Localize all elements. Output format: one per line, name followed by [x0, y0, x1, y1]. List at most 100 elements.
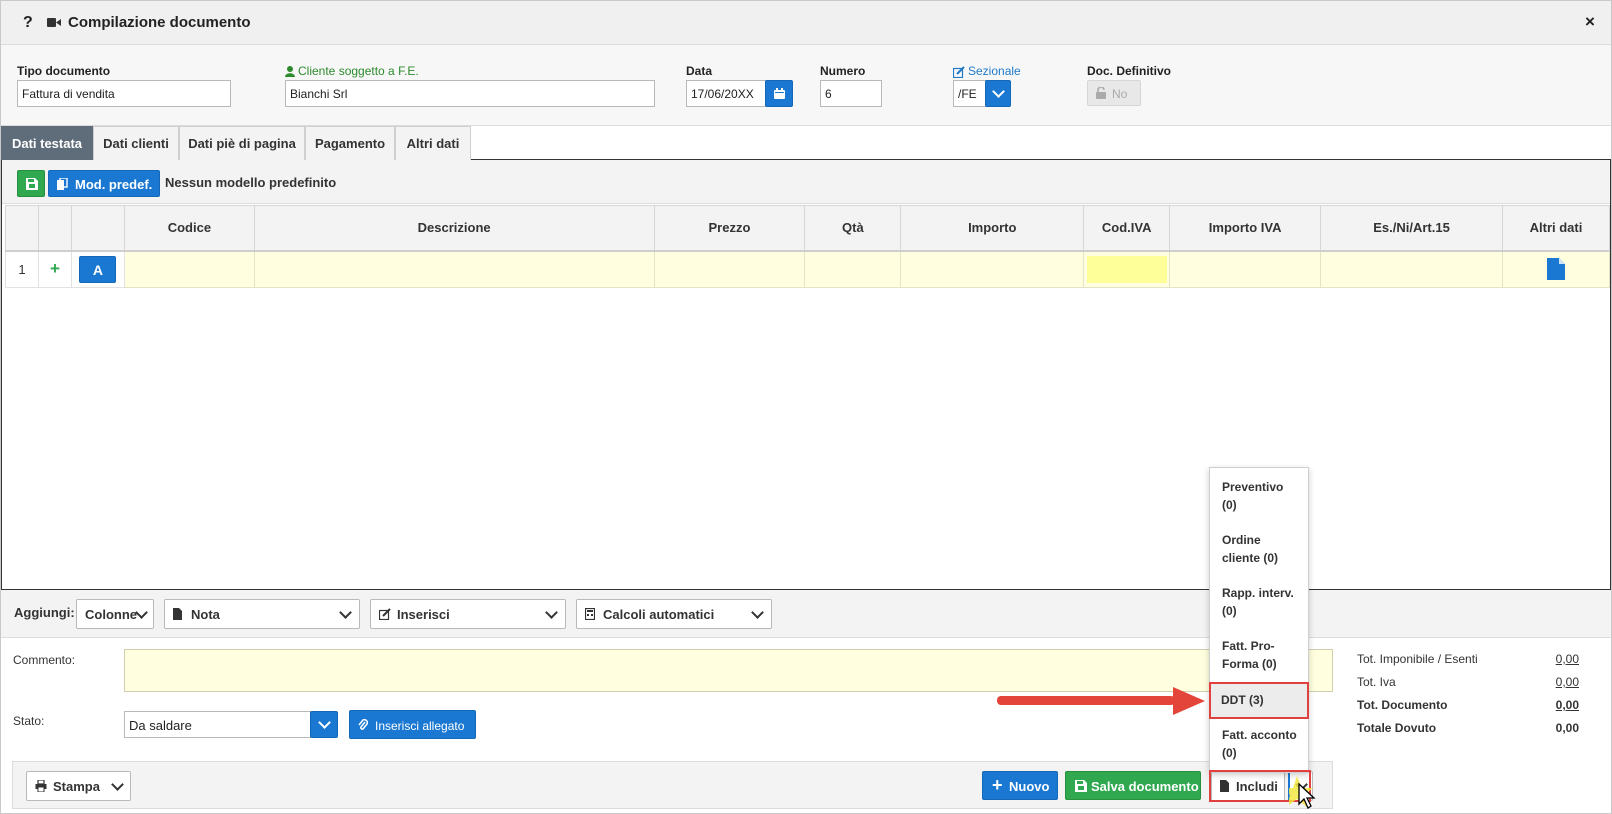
column-header-altri-dati[interactable]: Altri dati [1501, 205, 1611, 252]
chevron-down-icon [992, 85, 1005, 98]
insert-attachment-button[interactable]: Inserisci allegato [349, 710, 476, 739]
row-number: 1 [5, 250, 39, 288]
total-value[interactable]: 0,00 [1519, 698, 1579, 712]
total-label: Totale Dovuto [1357, 721, 1437, 735]
table-row: 1 + A [5, 250, 1611, 288]
printer-icon [35, 780, 47, 792]
cliente-field[interactable]: Bianchi Srl [285, 80, 655, 107]
importo-cell[interactable] [900, 250, 1085, 288]
document-icon [173, 608, 182, 620]
qta-cell[interactable] [804, 250, 902, 288]
tipo-documento-field[interactable]: Fattura di vendita [17, 80, 231, 107]
column-header-descrizione[interactable]: Descrizione [253, 205, 655, 252]
chevron-down-icon [751, 606, 764, 619]
menu-item-fatt-acconto[interactable]: Fatt. acconto (0) [1222, 726, 1297, 762]
column-header [70, 205, 125, 252]
salva-documento-button[interactable]: Salva documento [1065, 771, 1201, 800]
video-camera-icon[interactable] [47, 17, 61, 28]
doc-definitivo-value: No [1112, 87, 1128, 101]
data-label: Data [686, 64, 713, 78]
add-toolbar: Aggiungi: Colonne Nota Inserisci Calcoli… [1, 590, 1611, 638]
user-icon [285, 66, 295, 77]
cod-iva-cell[interactable] [1083, 250, 1171, 288]
row-type-button[interactable]: A [79, 255, 117, 283]
chevron-down-icon [111, 778, 124, 791]
codice-cell[interactable] [123, 250, 255, 288]
prezzo-cell[interactable] [653, 250, 806, 288]
cod-iva-input[interactable] [1086, 255, 1167, 283]
tab-dati-clienti[interactable]: Dati clienti [93, 126, 179, 160]
nota-dropdown[interactable]: Nota [164, 599, 360, 629]
descrizione-cell[interactable] [253, 250, 655, 288]
title-bar: ? Compilazione documento × [1, 1, 1611, 45]
numero-label: Numero [820, 64, 866, 78]
sezionale-dropdown[interactable] [985, 80, 1011, 107]
menu-item-ddt[interactable]: DDT (3) [1209, 682, 1309, 719]
grid-toolbar: Mod. predef. Nessun modello predefinito [2, 160, 1610, 204]
menu-item-preventivo[interactable]: Preventivo (0) [1222, 478, 1283, 514]
inserisci-dropdown[interactable]: Inserisci [370, 599, 566, 629]
total-value[interactable]: 0,00 [1519, 675, 1579, 689]
es-ni-art15-cell[interactable] [1320, 250, 1503, 288]
plus-icon: + [992, 775, 1003, 795]
chevron-down-icon [339, 606, 352, 619]
numero-field[interactable]: 6 [820, 80, 882, 107]
document-icon[interactable] [1546, 258, 1565, 281]
floppy-icon [1075, 780, 1087, 792]
rows-panel: Mod. predef. Nessun modello predefinito … [1, 160, 1611, 590]
commento-field[interactable] [124, 649, 1333, 692]
column-header [5, 205, 39, 252]
document-rows-table: Codice Descrizione Prezzo Qtà Importo Co… [5, 205, 1611, 288]
tab-dati-testata[interactable]: Dati testata [1, 126, 93, 160]
importo-iva-cell[interactable] [1169, 250, 1322, 288]
close-icon[interactable]: × [1585, 12, 1595, 32]
column-header-cod-iva[interactable]: Cod.IVA [1083, 205, 1171, 252]
tab-pagamento[interactable]: Pagamento [305, 126, 395, 160]
cliente-label[interactable]: Cliente soggetto a F.E. [298, 64, 419, 78]
nuovo-button[interactable]: + Nuovo [982, 771, 1058, 800]
column-header-importo[interactable]: Importo [900, 205, 1085, 252]
default-model-button[interactable]: Mod. predef. [48, 170, 160, 197]
column-header-prezzo[interactable]: Prezzo [653, 205, 806, 252]
floppy-icon [26, 178, 38, 190]
tab-bar: Dati testata Dati clienti Dati piè di pa… [1, 126, 1611, 160]
help-icon[interactable]: ? [23, 14, 33, 32]
column-header-codice[interactable]: Codice [123, 205, 255, 252]
calcoli-automatici-dropdown[interactable]: Calcoli automatici [576, 599, 772, 629]
stato-label: Stato: [13, 714, 45, 728]
tab-dati-pie-di-pagina[interactable]: Dati piè di pagina [179, 126, 305, 160]
save-model-button[interactable] [17, 170, 45, 197]
stato-dropdown-button[interactable] [310, 711, 338, 738]
column-header-importo-iva[interactable]: Importo IVA [1169, 205, 1322, 252]
document-window: ? Compilazione documento × Tipo document… [0, 0, 1612, 814]
menu-item-rapp-interv[interactable]: Rapp. interv. (0) [1222, 584, 1294, 620]
chevron-down-icon [545, 606, 558, 619]
document-header: Tipo documento Fattura di vendita Client… [1, 45, 1611, 126]
altri-dati-cell[interactable] [1501, 250, 1611, 288]
stampa-dropdown[interactable]: Stampa [26, 771, 131, 801]
menu-item-ordine-cliente[interactable]: Ordine cliente (0) [1222, 531, 1278, 567]
column-header-qta[interactable]: Qtà [804, 205, 902, 252]
doc-definitivo-toggle[interactable]: No [1087, 80, 1141, 106]
row-type-cell: A [70, 250, 125, 288]
total-value: 0,00 [1555, 721, 1579, 735]
colonne-dropdown[interactable]: Colonne [76, 599, 154, 629]
calendar-button[interactable] [765, 80, 793, 107]
default-model-text: Nessun modello predefinito [165, 175, 337, 190]
stato-select[interactable]: Da saldare [124, 711, 311, 738]
add-row-icon[interactable]: + [37, 250, 72, 288]
calculator-icon [585, 608, 595, 620]
window-title: Compilazione documento [68, 14, 251, 31]
calendar-icon [774, 88, 785, 99]
sezionale-label[interactable]: Sezionale [968, 64, 1021, 78]
column-header-es-ni-art15[interactable]: Es./Ni/Art.15 [1320, 205, 1503, 252]
tab-altri-dati[interactable]: Altri dati [395, 126, 471, 160]
data-field[interactable]: 17/06/20XX [686, 80, 766, 107]
edit-icon [379, 608, 391, 620]
menu-item-fatt-pro-forma[interactable]: Fatt. Pro- Forma (0) [1222, 637, 1277, 673]
sezionale-field[interactable]: /FE [953, 80, 987, 107]
commento-label: Commento: [13, 653, 76, 667]
total-label: Tot. Documento [1357, 698, 1448, 712]
include-menu: Preventivo (0) Ordine cliente (0) Rapp. … [1209, 467, 1309, 773]
total-value[interactable]: 0,00 [1519, 652, 1579, 666]
